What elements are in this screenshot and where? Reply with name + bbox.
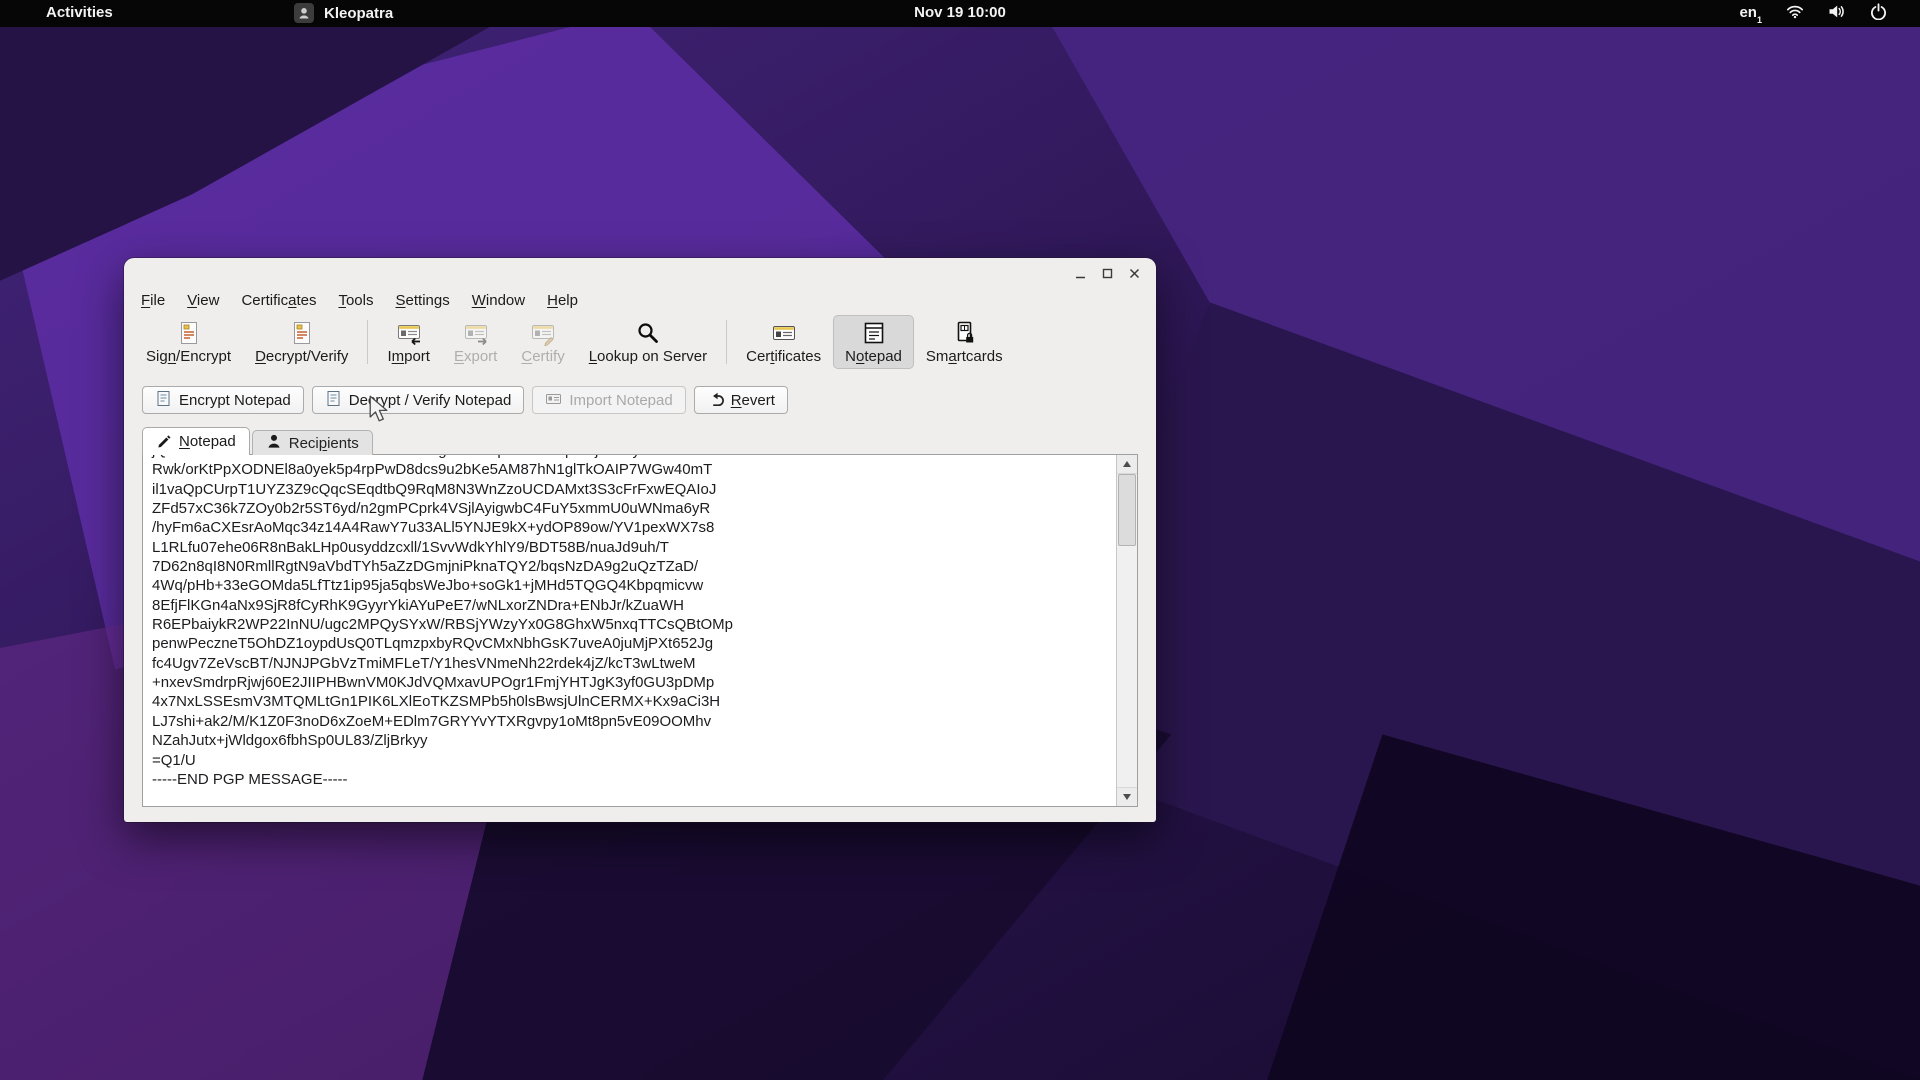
sign-encrypt-document-icon: [176, 319, 202, 346]
id-card-icon: [545, 390, 562, 411]
search-icon: [635, 319, 661, 346]
triangle-down-icon: [1123, 794, 1131, 800]
minimize-button[interactable]: [1072, 265, 1089, 282]
notepad-tab-bar: Notepad Recipients: [142, 427, 373, 455]
toolbar-import[interactable]: Import: [375, 315, 442, 369]
toolbar-certificates[interactable]: Certificates: [734, 315, 833, 369]
clock[interactable]: Nov 19 10:00: [914, 4, 1006, 21]
menu-help[interactable]: Help: [536, 290, 589, 311]
toolbar-notepad[interactable]: Notepad: [833, 315, 914, 369]
volume-icon[interactable]: [1828, 4, 1846, 23]
notepad-textarea[interactable]: jQx9vPzLmW0kT3hN8dRs2bYe5cM7wKa1gFuO4iEp…: [142, 454, 1138, 807]
main-toolbar: Sign/Encrypt Decrypt/Verify Import E: [124, 313, 1156, 374]
menu-certificates[interactable]: Certificates: [230, 290, 327, 311]
keyboard-layout-indicator[interactable]: en1: [1739, 4, 1762, 23]
network-wireless-icon[interactable]: [1786, 5, 1804, 23]
scrollbar-thumb[interactable]: [1118, 474, 1136, 546]
maximize-button[interactable]: [1099, 265, 1116, 282]
system-status-area[interactable]: en1: [1739, 0, 1887, 27]
power-icon[interactable]: [1870, 3, 1887, 24]
toolbar-separator: [367, 320, 368, 364]
menu-file[interactable]: File: [130, 290, 176, 311]
menu-tools[interactable]: Tools: [327, 290, 384, 311]
toolbar-export: Export: [442, 315, 509, 369]
menu-settings[interactable]: Settings: [385, 290, 461, 311]
menu-view[interactable]: View: [176, 290, 230, 311]
encrypt-notepad-button[interactable]: Encrypt Notepad: [142, 386, 304, 414]
kleopatra-window: File View Certificates Tools Settings Wi…: [124, 258, 1156, 822]
person-icon: [266, 433, 282, 453]
import-notepad-button: Import Notepad: [532, 386, 685, 414]
app-name: Kleopatra: [324, 5, 393, 22]
toolbar-decrypt-verify[interactable]: Decrypt/Verify: [243, 315, 360, 369]
id-card-icon: [771, 319, 797, 346]
import-certificate-icon: [396, 319, 422, 346]
notepad-icon: [861, 319, 887, 346]
undo-arrow-icon: [707, 390, 724, 411]
document-icon: [325, 390, 342, 411]
notepad-action-bar: Encrypt Notepad Decrypt / Verify Notepad…: [142, 386, 788, 414]
toolbar-lookup-on-server[interactable]: Lookup on Server: [577, 315, 719, 369]
gnome-top-bar: Activities Kleopatra Nov 19 10:00 en1: [0, 0, 1920, 27]
tab-recipients[interactable]: Recipients: [252, 430, 373, 455]
certify-certificate-icon: [530, 319, 556, 346]
toolbar-sign-encrypt[interactable]: Sign/Encrypt: [134, 315, 243, 369]
menu-window[interactable]: Window: [461, 290, 536, 311]
scroll-down-button[interactable]: [1117, 787, 1137, 806]
toolbar-separator: [726, 320, 727, 364]
toolbar-certify: Certify: [509, 315, 576, 369]
kleopatra-app-icon: [294, 3, 314, 23]
pencil-icon: [156, 432, 172, 452]
tab-notepad[interactable]: Notepad: [142, 427, 250, 455]
focused-app-menu[interactable]: Kleopatra: [294, 3, 393, 23]
triangle-up-icon: [1123, 461, 1131, 467]
decrypt-verify-document-icon: [289, 319, 315, 346]
desktop: Activities Kleopatra Nov 19 10:00 en1: [0, 0, 1920, 1080]
export-certificate-icon: [463, 319, 489, 346]
window-titlebar[interactable]: [124, 258, 1156, 288]
pgp-message-text: jQx9vPzLmW0kT3hN8dRs2bYe5cM7wKa1gFuO4iEp…: [152, 454, 1117, 789]
scroll-up-button[interactable]: [1117, 455, 1137, 474]
activities-button[interactable]: Activities: [46, 4, 113, 21]
close-icon[interactable]: [1126, 265, 1143, 282]
decrypt-verify-notepad-button[interactable]: Decrypt / Verify Notepad: [312, 386, 525, 414]
vertical-scrollbar[interactable]: [1116, 455, 1137, 806]
document-icon: [155, 390, 172, 411]
toolbar-smartcards[interactable]: Smartcards: [914, 315, 1015, 369]
menu-bar: File View Certificates Tools Settings Wi…: [124, 288, 1156, 313]
smartcard-icon: [951, 319, 977, 346]
revert-button[interactable]: Revert: [694, 386, 788, 414]
